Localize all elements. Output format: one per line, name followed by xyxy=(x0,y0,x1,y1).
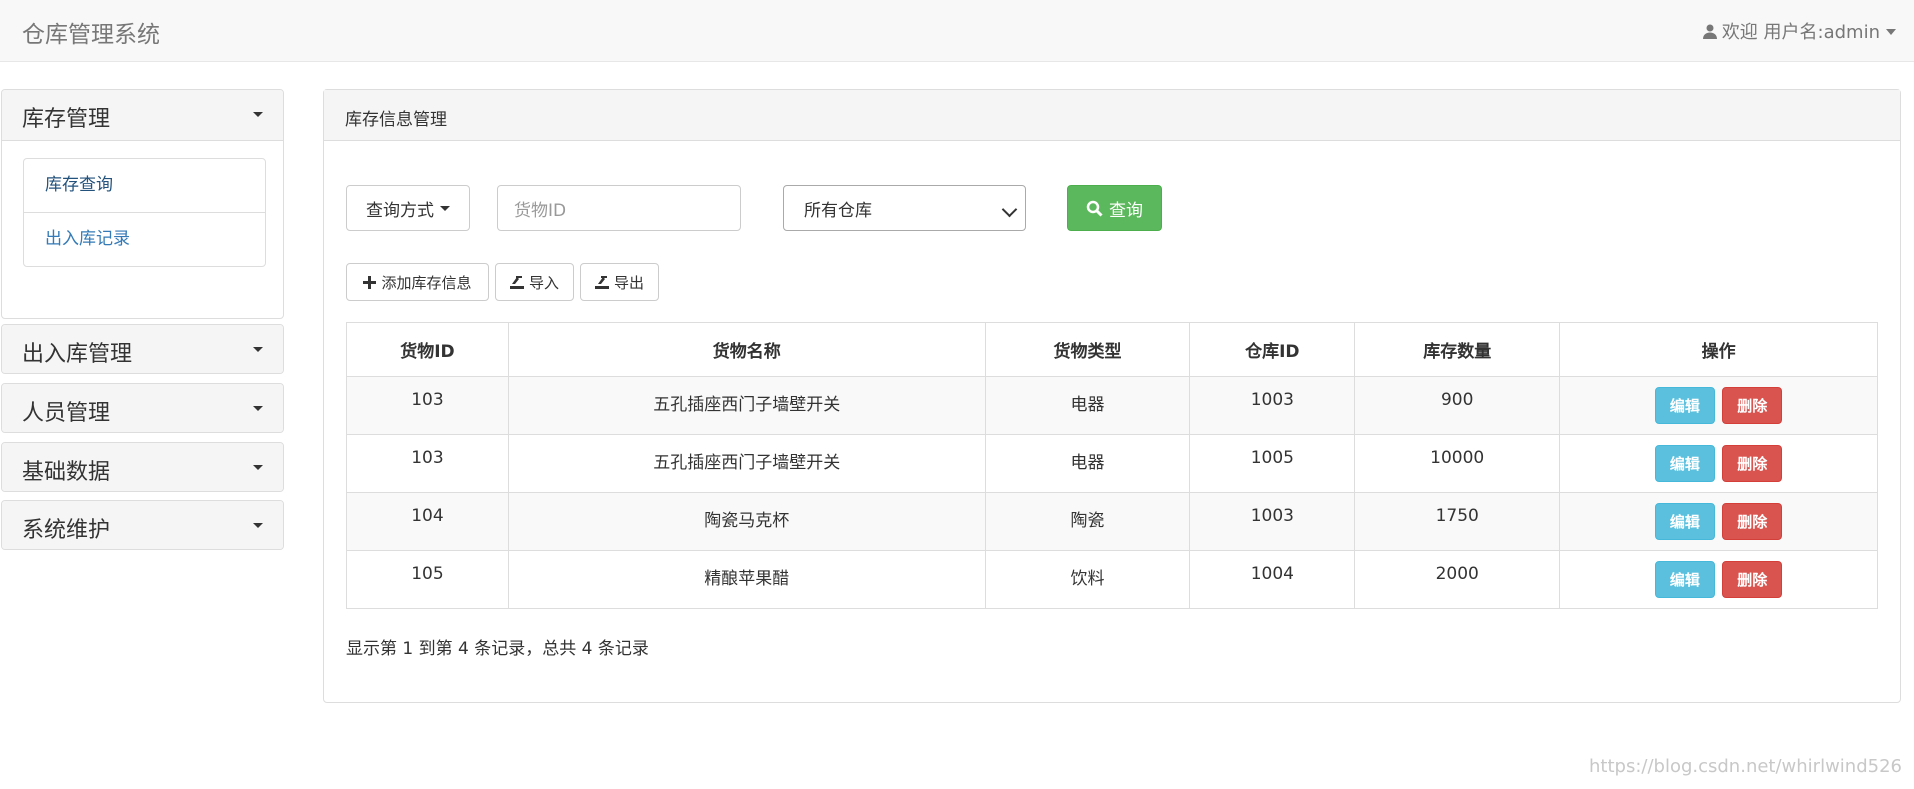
table-cell: 103 xyxy=(346,434,509,493)
import-label: 导入 xyxy=(528,273,559,292)
table-cell: 103 xyxy=(346,376,509,435)
delete-button[interactable]: 删除 xyxy=(1722,445,1783,482)
table-cell: 1004 xyxy=(1189,550,1356,609)
table-header-row: 货物ID 货物名称 货物类型 仓库ID 库存数量 操作 xyxy=(346,322,1878,377)
column-header[interactable]: 货物类型 xyxy=(984,322,1191,377)
export-label: 导出 xyxy=(613,273,644,292)
panel-header: 库存信息管理 xyxy=(324,90,1900,141)
caret-down-icon xyxy=(253,523,263,528)
user-label: 欢迎 用户名:admin xyxy=(1721,22,1880,43)
row-actions: 编辑 删除 xyxy=(1559,492,1878,551)
table-cell: 陶瓷 xyxy=(984,492,1191,551)
table-row: 103 五孔插座西门子墙壁开关 电器 1003 900 编辑 删除 xyxy=(346,376,1878,435)
sidebar-group-io[interactable]: 出入库管理 xyxy=(1,324,284,374)
table-cell: 五孔插座西门子墙壁开关 xyxy=(507,376,986,435)
app-title: 仓库管理系统 xyxy=(22,22,160,48)
inventory-panel: 库存信息管理 查询方式 货物ID 所有仓库 查询 添加库存信息 导入 导出 货物… xyxy=(323,89,1901,703)
export-icon xyxy=(594,276,609,289)
row-actions: 编辑 删除 xyxy=(1559,550,1878,609)
table-cell: 1005 xyxy=(1189,434,1356,493)
query-mode-label: 查询方式 xyxy=(366,200,434,221)
table-cell: 10000 xyxy=(1354,434,1561,493)
table-cell: 饮料 xyxy=(984,550,1191,609)
caret-down-icon xyxy=(253,406,263,411)
delete-button[interactable]: 删除 xyxy=(1722,503,1783,540)
search-icon xyxy=(1086,200,1103,217)
table-cell: 电器 xyxy=(984,434,1191,493)
caret-down-icon xyxy=(440,205,450,211)
query-mode-dropdown[interactable]: 查询方式 xyxy=(346,185,470,231)
add-label: 添加库存信息 xyxy=(381,273,472,292)
table-cell: 104 xyxy=(346,492,509,551)
sidebar-group-label: 人员管理 xyxy=(22,401,111,426)
goods-id-input[interactable]: 货物ID xyxy=(497,185,741,231)
add-inventory-button[interactable]: 添加库存信息 xyxy=(346,263,489,301)
watermark-text: https://blog.csdn.net/whirlwind526 xyxy=(1589,756,1902,777)
column-header: 操作 xyxy=(1559,322,1878,377)
sidebar-item-inventory-query[interactable]: 库存查询 xyxy=(24,159,265,212)
chevron-down-icon xyxy=(1001,201,1018,218)
export-button[interactable]: 导出 xyxy=(580,263,659,301)
table-cell: 105 xyxy=(346,550,509,609)
sidebar-group-label: 库存管理 xyxy=(22,107,111,132)
edit-button[interactable]: 编辑 xyxy=(1654,561,1715,598)
table-cell: 900 xyxy=(1354,376,1561,435)
delete-button[interactable]: 删除 xyxy=(1722,387,1783,424)
caret-down-icon xyxy=(253,465,263,470)
search-button[interactable]: 查询 xyxy=(1067,185,1162,231)
caret-down-icon xyxy=(253,112,263,117)
user-icon xyxy=(1702,23,1718,39)
sidebar-group-personnel[interactable]: 人员管理 xyxy=(1,383,284,433)
table-cell: 五孔插座西门子墙壁开关 xyxy=(507,434,986,493)
column-header[interactable]: 仓库ID xyxy=(1189,322,1356,377)
goods-id-placeholder: 货物ID xyxy=(514,200,567,221)
table-cell: 精酿苹果醋 xyxy=(507,550,986,609)
pagination-info: 显示第 1 到第 4 条记录，总共 4 条记录 xyxy=(346,639,649,659)
sidebar-group-maintenance[interactable]: 系统维护 xyxy=(1,500,284,550)
table-cell: 1750 xyxy=(1354,492,1561,551)
sidebar-group-label: 基础数据 xyxy=(22,460,111,485)
chevron-down-icon xyxy=(1886,29,1896,35)
table-cell: 电器 xyxy=(984,376,1191,435)
delete-button[interactable]: 删除 xyxy=(1722,561,1783,598)
caret-down-icon xyxy=(253,347,263,352)
edit-button[interactable]: 编辑 xyxy=(1654,503,1715,540)
sidebar-item-io-records[interactable]: 出入库记录 xyxy=(24,212,265,266)
user-menu[interactable]: 欢迎 用户名:admin xyxy=(1702,18,1896,44)
column-header[interactable]: 货物ID xyxy=(346,322,509,377)
column-header[interactable]: 库存数量 xyxy=(1354,322,1561,377)
sidebar-group-inventory: 库存管理 库存查询 出入库记录 xyxy=(1,89,284,319)
panel-title: 库存信息管理 xyxy=(345,110,447,130)
top-navbar: 仓库管理系统 欢迎 用户名:admin xyxy=(0,0,1914,62)
table-cell: 1003 xyxy=(1189,376,1356,435)
table-cell: 陶瓷马克杯 xyxy=(507,492,986,551)
table-row: 103 五孔插座西门子墙壁开关 电器 1005 10000 编辑 删除 xyxy=(346,434,1878,493)
plus-icon xyxy=(363,275,377,289)
column-header[interactable]: 货物名称 xyxy=(507,322,986,377)
sidebar-group-basic-data[interactable]: 基础数据 xyxy=(1,442,284,492)
edit-button[interactable]: 编辑 xyxy=(1654,387,1715,424)
table-row: 105 精酿苹果醋 饮料 1004 2000 编辑 删除 xyxy=(346,550,1878,609)
table-row: 104 陶瓷马克杯 陶瓷 1003 1750 编辑 删除 xyxy=(346,492,1878,551)
import-icon xyxy=(509,276,524,289)
sidebar-subnav: 库存查询 出入库记录 xyxy=(23,158,266,267)
row-actions: 编辑 删除 xyxy=(1559,434,1878,493)
sidebar-group-label: 系统维护 xyxy=(22,518,111,543)
import-button[interactable]: 导入 xyxy=(495,263,574,301)
table-cell: 1003 xyxy=(1189,492,1356,551)
row-actions: 编辑 删除 xyxy=(1559,376,1878,435)
warehouse-select[interactable]: 所有仓库 xyxy=(783,185,1026,231)
inventory-table: 货物ID 货物名称 货物类型 仓库ID 库存数量 操作 103 五孔插座西门子墙… xyxy=(346,322,1878,609)
search-label: 查询 xyxy=(1109,200,1143,221)
sidebar-group-header[interactable]: 库存管理 xyxy=(2,90,283,141)
edit-button[interactable]: 编辑 xyxy=(1654,445,1715,482)
warehouse-select-value: 所有仓库 xyxy=(804,200,872,221)
table-cell: 2000 xyxy=(1354,550,1561,609)
sidebar-group-label: 出入库管理 xyxy=(22,342,133,367)
